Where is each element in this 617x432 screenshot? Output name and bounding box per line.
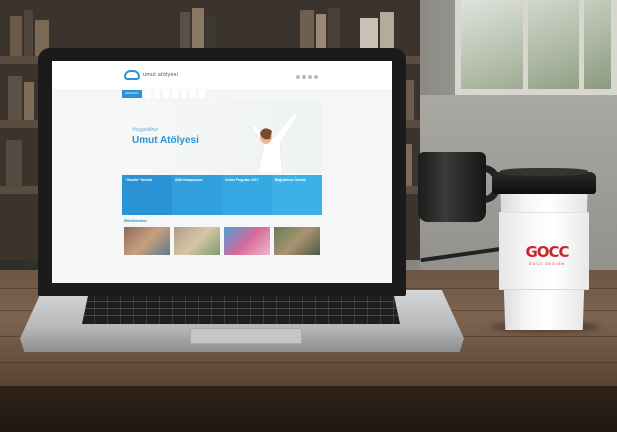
photo-scene: umut atölyesi ANASAYFA Hoşgeldiniz Umut …: [0, 0, 617, 432]
black-mug: [418, 152, 486, 222]
hero-title: Umut Atölyesi: [132, 135, 199, 146]
nav-item[interactable]: [189, 90, 196, 98]
key-row: [82, 315, 400, 316]
feature-panel[interactable]: Bağışlarınız Önemli: [272, 175, 322, 215]
site-logo[interactable]: umut atölyesi: [124, 70, 178, 80]
social-icon[interactable]: [308, 75, 312, 79]
cup-tagline: GOCC DESIGN: [529, 262, 565, 266]
feature-panel[interactable]: "Umutla" Yarınlar: [122, 175, 172, 215]
hero-woman-image: [251, 112, 299, 173]
panel-title: SMA Kampanyası: [175, 178, 203, 182]
event-thumbnail[interactable]: [224, 227, 270, 255]
nav-item[interactable]: [180, 90, 187, 98]
laptop-screen: umut atölyesi ANASAYFA Hoşgeldiniz Umut …: [52, 61, 392, 283]
book: [8, 76, 22, 120]
social-icon[interactable]: [314, 75, 318, 79]
panel-title: "Umutla" Yarınlar: [125, 178, 153, 182]
site-header: umut atölyesi: [52, 61, 392, 89]
feature-panel[interactable]: Gezim Programı 2017: [222, 175, 272, 215]
window-frame: [579, 0, 584, 89]
panel-title: Bağışlarınız Önemli: [275, 178, 306, 182]
key-row: [82, 308, 400, 309]
laptop-trackpad: [190, 328, 302, 344]
book: [24, 10, 33, 56]
event-thumbnail[interactable]: [274, 227, 320, 255]
nav-item[interactable]: [162, 90, 169, 98]
book: [6, 140, 22, 186]
book: [24, 82, 34, 120]
laptop-keyboard: [82, 294, 400, 324]
cup-brand-logo: GOCC: [525, 243, 569, 261]
hero-banner: Hoşgeldiniz Umut Atölyesi: [122, 101, 322, 173]
cup-lid-top: [500, 168, 588, 176]
table-edge: [0, 386, 617, 432]
event-thumbnails: [124, 227, 320, 267]
event-thumbnail[interactable]: [174, 227, 220, 255]
section-title: Etkinliklerimiz: [124, 219, 147, 223]
nav-item[interactable]: [198, 90, 205, 98]
key-row: [82, 301, 400, 302]
logo-text: umut atölyesi: [143, 72, 179, 78]
logo-mark-icon: [124, 70, 140, 80]
site-nav: ANASAYFA: [122, 90, 322, 98]
hero-subtitle: Hoşgeldiniz: [132, 127, 158, 133]
social-icon[interactable]: [302, 75, 306, 79]
nav-item-home[interactable]: ANASAYFA: [122, 90, 142, 98]
window-frame: [523, 0, 528, 89]
wood-grain: [0, 362, 617, 363]
feature-panels: "Umutla" Yarınlar SMA Kampanyası Gezim P…: [122, 175, 322, 215]
window: [455, 0, 617, 95]
nav-item[interactable]: [144, 90, 151, 98]
panel-title: Gezim Programı 2017: [225, 178, 259, 182]
event-thumbnail[interactable]: [124, 227, 170, 255]
feature-panel[interactable]: SMA Kampanyası: [172, 175, 222, 215]
nav-item[interactable]: [153, 90, 160, 98]
social-links: [296, 75, 318, 79]
book: [10, 16, 22, 56]
laptop-lid: umut atölyesi ANASAYFA Hoşgeldiniz Umut …: [38, 48, 406, 296]
social-icon[interactable]: [296, 75, 300, 79]
nav-item[interactable]: [171, 90, 178, 98]
